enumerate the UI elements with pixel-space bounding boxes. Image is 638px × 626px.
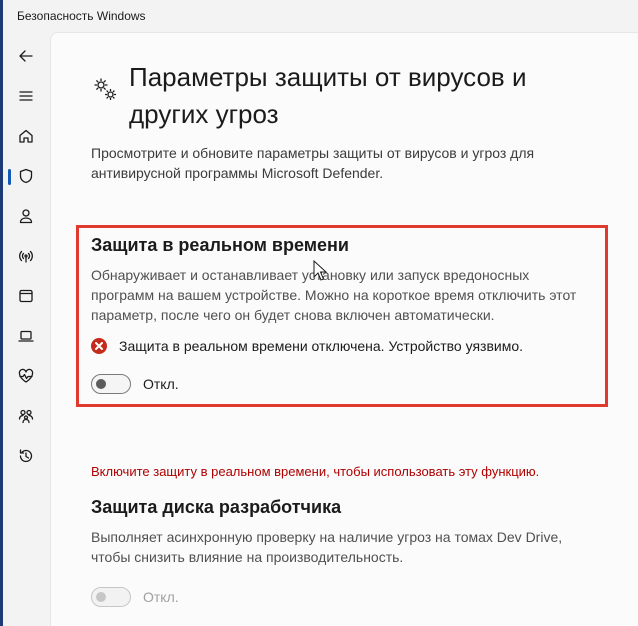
history-icon <box>19 449 33 463</box>
person-icon <box>19 209 33 224</box>
realtime-protection-description: Обнаруживает и останавливает установку и… <box>91 267 577 323</box>
error-circle-icon <box>91 338 107 354</box>
menu-button[interactable] <box>8 80 44 112</box>
toggle-knob <box>96 379 106 389</box>
page-description: Просмотрите и обновите параметры защиты … <box>91 145 535 181</box>
nav-item-family[interactable] <box>8 400 44 432</box>
main-content: Параметры защиты от вирусов и других угр… <box>50 32 638 626</box>
home-icon <box>19 129 33 143</box>
realtime-toggle-label: Откл. <box>143 376 179 392</box>
laptop-icon <box>18 330 34 342</box>
realtime-protection-toggle[interactable] <box>91 374 131 394</box>
dev-drive-protection-toggle[interactable] <box>91 587 131 607</box>
dev-drive-toggle-label: Откл. <box>143 589 179 605</box>
selected-indicator <box>8 169 11 185</box>
nav-item-firewall[interactable] <box>8 240 44 272</box>
realtime-protection-title: Защита в реальном времени <box>91 235 349 255</box>
nav-item-account[interactable] <box>8 200 44 232</box>
back-button[interactable] <box>8 40 44 72</box>
nav-item-device-health[interactable] <box>8 360 44 392</box>
app-title: Безопасность Windows <box>17 9 146 23</box>
nav-item-device-security[interactable] <box>8 320 44 352</box>
shield-icon <box>19 168 33 184</box>
app-browser-icon <box>19 289 33 303</box>
realtime-status: Защита в реальном времени отключена. Уст… <box>91 336 523 356</box>
gears-icon <box>91 75 119 103</box>
wifi-antenna-icon <box>19 250 33 263</box>
navigation-sidebar <box>3 32 49 626</box>
title-bar: Безопасность Windows <box>3 0 638 32</box>
nav-item-history[interactable] <box>8 440 44 472</box>
page-title: Параметры защиты от вирусов и других угр… <box>129 62 527 129</box>
heart-pulse-icon <box>18 368 34 383</box>
dev-drive-warning: Включите защиту в реальном времени, чтоб… <box>91 464 540 479</box>
nav-item-app-browser[interactable] <box>8 280 44 312</box>
toggle-knob <box>96 592 106 602</box>
back-arrow-icon <box>19 50 33 62</box>
mouse-cursor-icon <box>313 260 327 281</box>
dev-drive-protection-description: Выполняет асинхронную проверку на наличи… <box>91 529 563 565</box>
realtime-status-text: Защита в реальном времени отключена. Уст… <box>119 338 523 354</box>
nav-item-virus-protection[interactable] <box>8 160 44 192</box>
menu-icon <box>19 91 33 101</box>
dev-drive-protection-title: Защита диска разработчика <box>91 497 342 517</box>
family-icon <box>18 409 34 424</box>
nav-item-home[interactable] <box>8 120 44 152</box>
